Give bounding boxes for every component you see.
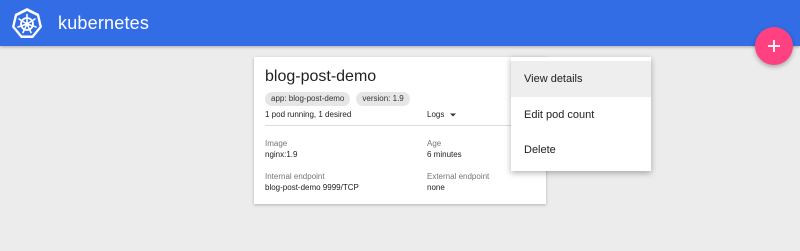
card-divider [265,125,535,126]
brand-title[interactable]: kubernetes [58,13,149,34]
internal-endpoint-value: blog-post-demo 9999/TCP [265,183,359,192]
label-chip: app: blog-post-demo [265,92,351,106]
image-value: nginx:1.9 [265,150,298,159]
menu-item-delete[interactable]: Delete [511,132,651,168]
logs-label: Logs [427,110,445,119]
caret-down-icon [449,113,456,117]
age-value: 6 minutes [427,150,462,159]
menu-item-edit-pod-count[interactable]: Edit pod count [511,97,651,133]
logs-dropdown[interactable]: Logs [427,110,456,119]
age-label: Age [427,139,442,148]
menu-item-view-details[interactable]: View details [511,61,651,97]
card-title[interactable]: blog-post-demo [265,68,376,86]
internal-endpoint-label: Internal endpoint [265,172,325,181]
image-label: Image [265,139,288,148]
label-chips: app: blog-post-demo version: 1.9 [265,92,410,106]
pod-status: 1 pod running, 1 desired [265,110,352,119]
kubernetes-logo-icon[interactable] [11,7,43,39]
card-context-menu: View details Edit pod count Delete [511,57,651,171]
label-chip: version: 1.9 [356,92,410,106]
create-fab-button[interactable] [755,27,793,65]
top-app-bar: kubernetes [0,0,800,46]
plus-icon [768,40,780,52]
external-endpoint-value: none [427,183,445,192]
external-endpoint-label: External endpoint [427,172,490,181]
replication-controller-card: blog-post-demo app: blog-post-demo versi… [254,57,546,204]
